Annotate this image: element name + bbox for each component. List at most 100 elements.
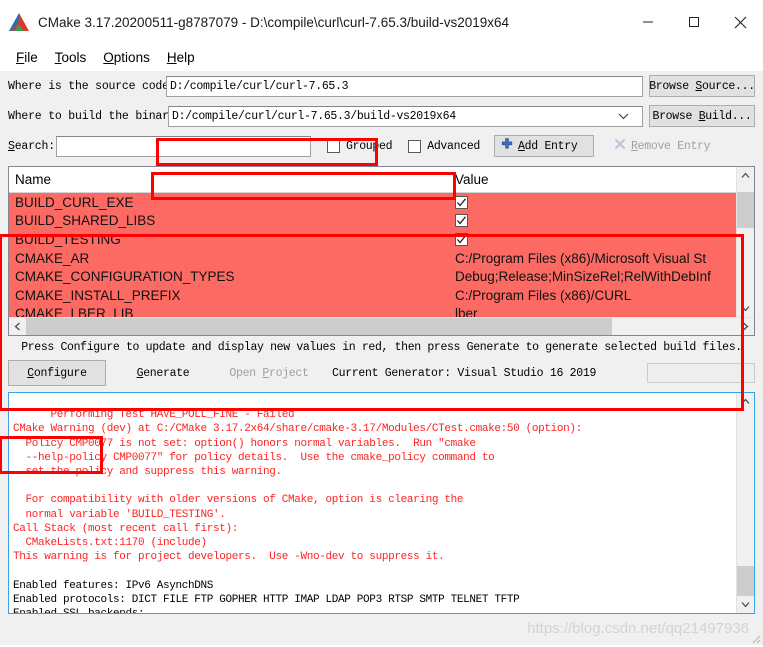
table-row[interactable]: CMAKE_INSTALL_PREFIX C:/Program Files (x… <box>9 286 736 305</box>
menu-options-mnemonic: O <box>103 50 114 65</box>
menu-file-rest: ile <box>24 50 38 65</box>
remove-entry-mnemonic: R <box>631 139 638 153</box>
table-row[interactable]: CMAKE_CONFIGURATION_TYPES Debug;Release;… <box>9 267 736 286</box>
open-project-mnemonic: P <box>262 366 269 380</box>
table-scroll-track[interactable] <box>737 184 754 300</box>
remove-entry-rest: emove Entry <box>637 139 711 153</box>
checkbox-checked-icon[interactable] <box>455 232 468 246</box>
cell-value[interactable] <box>449 214 736 228</box>
log-output-text[interactable]: Performing Test HAVE_POLL_FINE - Failed … <box>9 393 736 613</box>
advanced-checkbox-wrap[interactable]: Advanced <box>408 139 480 153</box>
log-output-panel[interactable]: Performing Test HAVE_POLL_FINE - Failed … <box>8 392 755 614</box>
add-entry-button[interactable]: Add Entry <box>494 135 595 157</box>
chevron-up-icon[interactable] <box>737 167 754 184</box>
browse-source-button[interactable]: Browse Source... <box>649 75 755 97</box>
generate-button[interactable]: Generate <box>114 360 212 386</box>
grouped-checkbox-wrap[interactable]: Grouped <box>327 139 393 153</box>
maximize-icon[interactable] <box>671 0 717 44</box>
checkbox-checked-icon[interactable] <box>455 214 468 228</box>
plus-icon <box>501 138 513 154</box>
chevron-up-icon[interactable] <box>737 393 754 410</box>
column-header-name[interactable]: Name <box>9 167 449 192</box>
cell-value[interactable]: Debug;Release;MinSizeRel;RelWithDebInf <box>449 269 736 284</box>
chevron-right-icon[interactable] <box>737 318 754 335</box>
search-row: Search: Grouped Advanced Add Entry R emo… <box>8 131 755 161</box>
browse-build-post: uild... <box>705 109 752 123</box>
open-project-pre: Open <box>229 366 263 380</box>
source-code-label: Where is the source code: <box>8 79 176 93</box>
grouped-label: Grouped <box>346 139 393 153</box>
log-red-text: Performing Test HAVE_POLL_FINE - Failed … <box>13 409 582 564</box>
title-bar: CMake 3.17.20200511-g8787079 - D:\compil… <box>0 0 763 44</box>
table-row[interactable]: CMAKE_AR C:/Program Files (x86)/Microsof… <box>9 249 736 268</box>
configure-button[interactable]: Configure <box>8 360 106 386</box>
menu-file-mnemonic: F <box>16 50 25 65</box>
menu-help-rest: elp <box>176 50 195 65</box>
source-code-input[interactable]: D:/compile/curl/curl-7.65.3 <box>166 75 643 97</box>
cache-table-main: Name Value BUILD_CURL_EXE BUILD_SHARED_L <box>9 167 736 324</box>
action-button-row: Configure Generate Open Project Current … <box>8 358 755 388</box>
open-project-rest: roject <box>269 366 309 380</box>
cmake-triangle-logo-icon <box>9 13 29 31</box>
menu-item-help[interactable]: Help <box>159 48 204 67</box>
add-entry-rest: dd Entry <box>524 139 578 153</box>
log-scroll-thumb[interactable] <box>737 566 754 596</box>
cell-name: CMAKE_INSTALL_PREFIX <box>15 287 181 303</box>
browse-build-pre: Browse <box>652 109 699 123</box>
column-header-value[interactable]: Value <box>449 167 736 192</box>
window-controls <box>625 0 763 44</box>
table-row[interactable]: BUILD_TESTING <box>9 230 736 249</box>
open-project-button: Open Project <box>220 360 318 386</box>
build-binaries-label: Where to build the binaries: <box>8 109 196 123</box>
search-label-rest: earch: <box>14 139 55 153</box>
table-row[interactable]: BUILD_SHARED_LIBS <box>9 212 736 231</box>
table-hscroll-thumb[interactable] <box>26 318 612 335</box>
menu-item-tools[interactable]: Tools <box>47 48 96 67</box>
build-binaries-row: Where to build the binaries: D:/compile/… <box>8 101 755 131</box>
add-entry-mnemonic: A <box>518 139 525 153</box>
search-mnemonic: S <box>8 139 15 153</box>
cell-value[interactable] <box>449 195 736 209</box>
remove-x-icon <box>614 138 626 154</box>
grouped-checkbox[interactable] <box>327 139 340 153</box>
cell-name: BUILD_CURL_EXE <box>15 194 134 210</box>
chevron-down-icon[interactable] <box>737 596 754 613</box>
minimize-icon[interactable] <box>625 0 671 44</box>
close-icon[interactable] <box>717 0 763 44</box>
cell-name: BUILD_SHARED_LIBS <box>15 213 156 229</box>
browse-build-button[interactable]: Browse Build... <box>649 105 755 127</box>
advanced-checkbox[interactable] <box>408 139 422 153</box>
resize-grip-icon[interactable] <box>749 632 761 644</box>
browse-source-mnemonic: S <box>695 79 703 93</box>
browse-build-mnemonic: B <box>698 109 706 123</box>
window-title: CMake 3.17.20200511-g8787079 - D:\compil… <box>38 14 510 30</box>
menu-help-mnemonic: H <box>166 50 177 65</box>
cache-table-inner: Name Value BUILD_CURL_EXE BUILD_SHARED_L <box>9 167 754 324</box>
table-scroll-thumb[interactable] <box>737 192 754 228</box>
build-binaries-input[interactable]: D:/compile/curl/curl-7.65.3/build-vs2019… <box>168 105 643 127</box>
menu-bar: File Tools Options Help <box>0 44 763 71</box>
menu-item-options[interactable]: Options <box>95 48 159 67</box>
chevron-left-icon[interactable] <box>9 318 26 335</box>
log-black-text: Enabled features: IPv6 AsynchDNS Enabled… <box>13 579 520 613</box>
cell-value[interactable]: C:/Program Files (x86)/CURL <box>449 288 736 303</box>
menu-item-file[interactable]: File <box>8 48 47 67</box>
table-horizontal-scrollbar[interactable] <box>9 317 754 335</box>
table-vertical-scrollbar[interactable] <box>736 167 754 317</box>
generate-rest: enerate <box>143 366 190 380</box>
chevron-down-icon[interactable] <box>618 109 629 123</box>
table-row[interactable]: BUILD_CURL_EXE <box>9 193 736 212</box>
table-hscroll-track[interactable] <box>26 318 737 335</box>
checkbox-checked-icon[interactable] <box>455 195 468 209</box>
cell-value[interactable] <box>449 232 736 246</box>
current-generator-label: Current Generator: Visual Studio 16 2019 <box>332 366 597 380</box>
cell-name: CMAKE_AR <box>15 250 90 266</box>
chevron-down-icon[interactable] <box>737 300 754 317</box>
cell-value[interactable]: C:/Program Files (x86)/Microsoft Visual … <box>449 251 736 266</box>
search-input[interactable] <box>56 135 311 157</box>
menu-tools-rest: ools <box>61 50 87 65</box>
menu-options-rest: ptions <box>113 50 150 65</box>
log-vertical-scrollbar[interactable] <box>736 393 754 613</box>
source-code-row: Where is the source code: D:/compile/cur… <box>8 71 755 101</box>
log-scroll-track[interactable] <box>737 410 754 596</box>
